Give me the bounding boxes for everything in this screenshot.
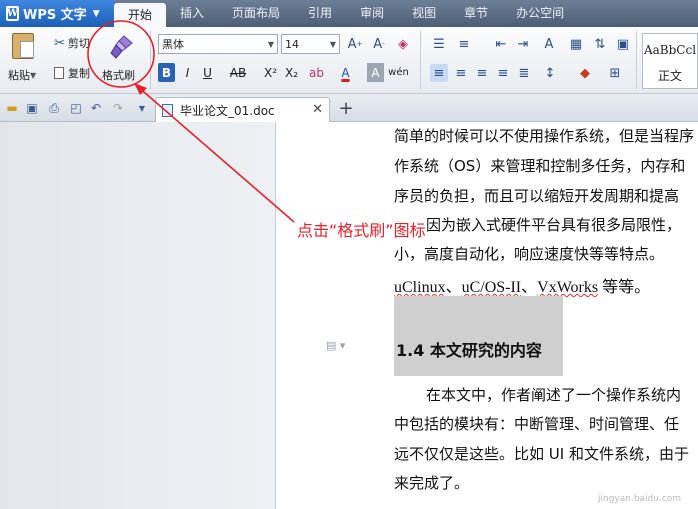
highlight-circle [87,20,155,88]
annotation-label: 点击“格式刷”图标 [297,221,426,240]
annotation-overlay [87,20,295,223]
annotation-arrow [136,85,295,223]
watermark: jingyan.baidu.com [598,494,682,504]
